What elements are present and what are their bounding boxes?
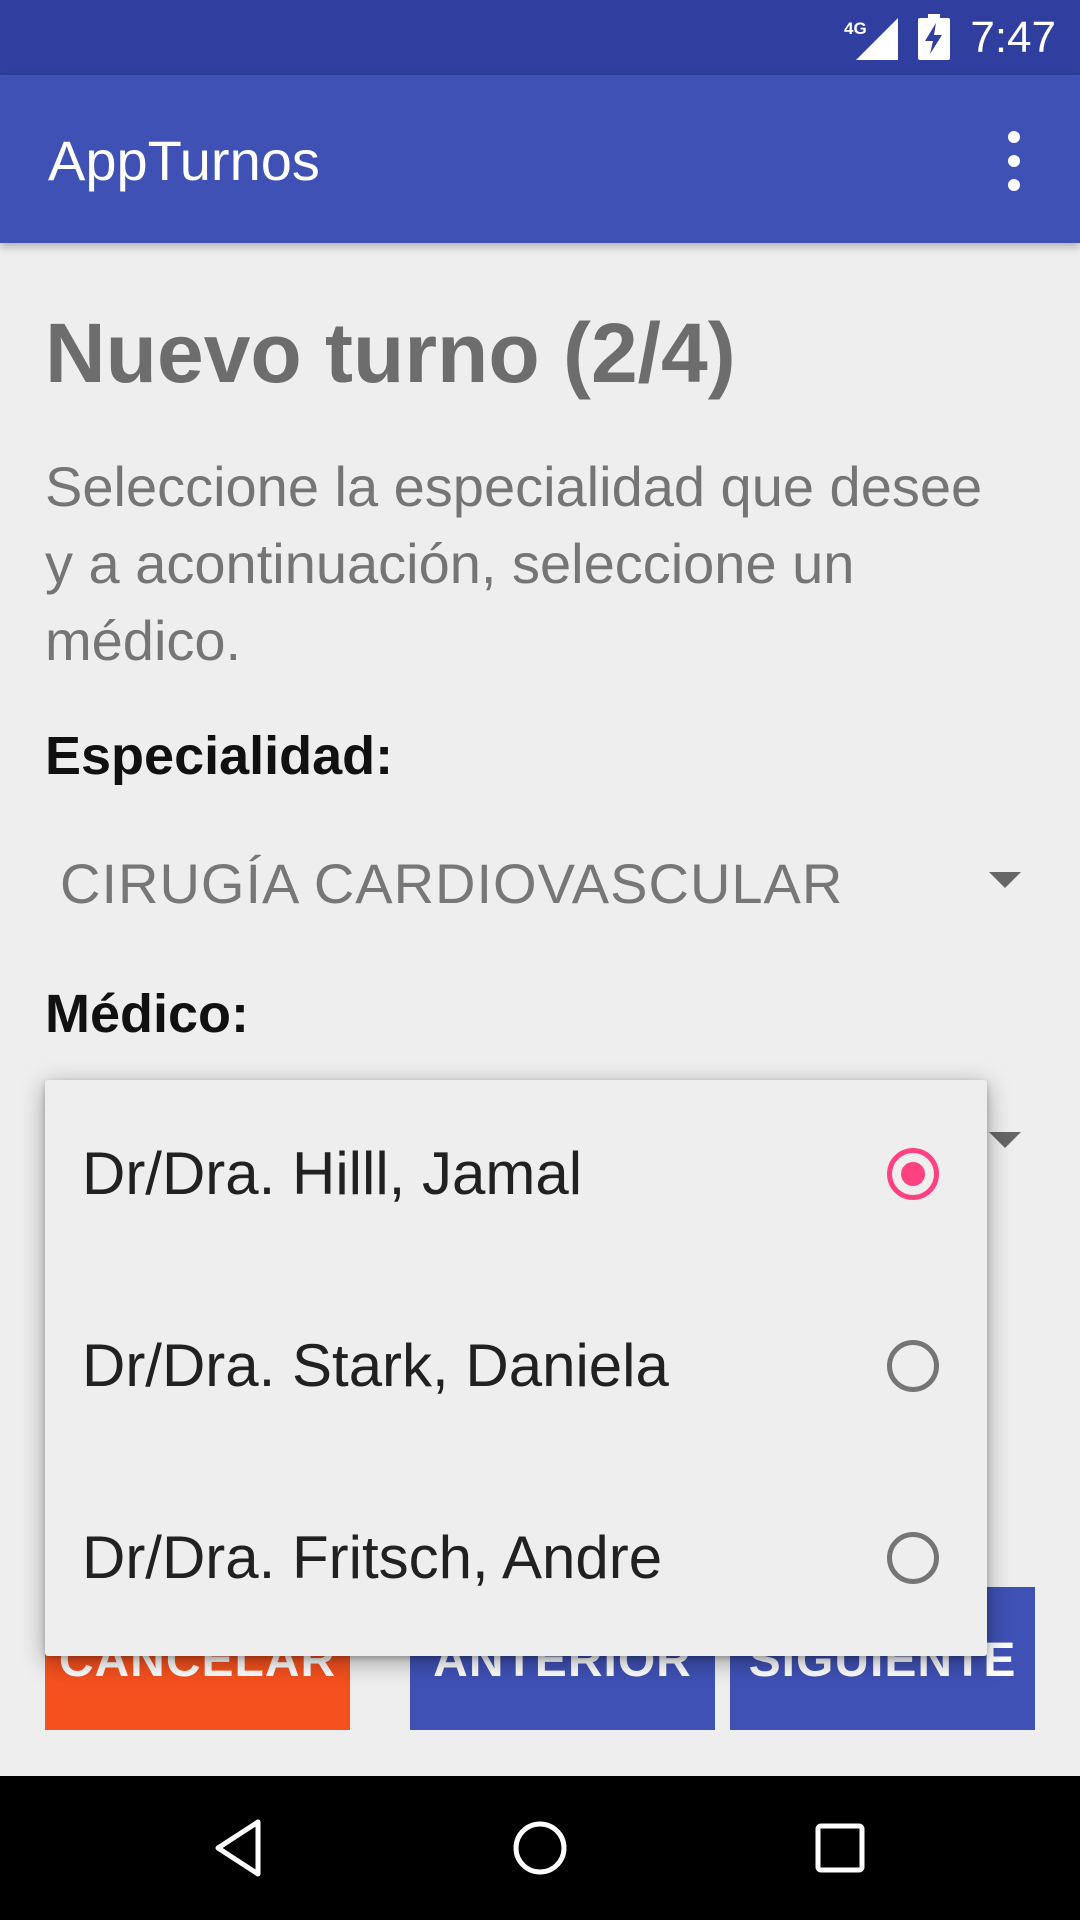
instructions-text: Seleccione la especialidad que desee y a…	[45, 455, 983, 672]
radio-unselected-icon[interactable]	[887, 1532, 939, 1584]
page-title: Nuevo turno (2/4)	[45, 306, 736, 400]
radio-unselected-icon[interactable]	[887, 1340, 939, 1392]
recents-icon[interactable]	[808, 1816, 872, 1880]
doctor-option-label: Dr/Dra. Fritsch, Andre	[82, 1524, 663, 1591]
battery-charging-icon	[918, 14, 950, 60]
back-icon[interactable]	[208, 1816, 272, 1880]
signal-4g-icon: 4G	[844, 18, 898, 60]
specialty-label: Especialidad:	[45, 726, 394, 786]
app-title: AppTurnos	[48, 129, 320, 192]
more-vert-icon[interactable]	[986, 129, 1042, 193]
doctor-option[interactable]: Dr/Dra. Fritsch, Andre	[45, 1464, 987, 1656]
radio-selected-icon[interactable]	[887, 1148, 939, 1200]
app-bar: AppTurnos	[0, 75, 1080, 243]
home-icon[interactable]	[508, 1816, 572, 1880]
navigation-bar	[0, 1776, 1080, 1920]
dropdown-arrow-icon	[989, 872, 1021, 888]
doctor-option-label: Dr/Dra. Stark, Daniela	[82, 1332, 669, 1399]
status-time: 7:47	[970, 13, 1056, 62]
status-bar: 4G 7:47	[0, 0, 1080, 75]
doctor-option-label: Dr/Dra. Hilll, Jamal	[82, 1140, 583, 1207]
doctor-dropdown-popup: Dr/Dra. Hilll, Jamal Dr/Dra. Stark, Dani…	[45, 1080, 987, 1656]
network-type-label: 4G	[844, 19, 867, 38]
specialty-spinner-value: CIRUGÍA CARDIOVASCULAR	[60, 852, 844, 915]
dropdown-arrow-icon	[989, 1132, 1021, 1148]
doctor-option[interactable]: Dr/Dra. Hilll, Jamal	[45, 1080, 987, 1272]
doctor-label: Médico:	[45, 984, 250, 1044]
doctor-option[interactable]: Dr/Dra. Stark, Daniela	[45, 1272, 987, 1464]
